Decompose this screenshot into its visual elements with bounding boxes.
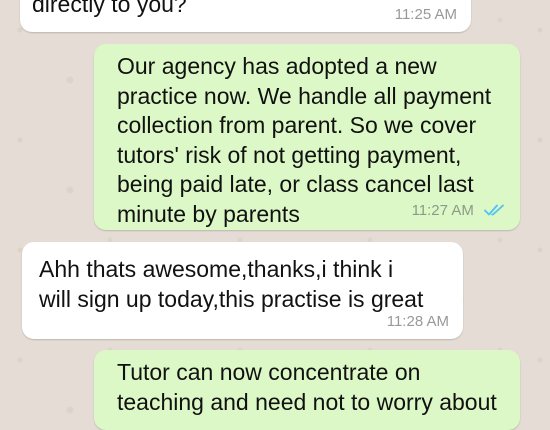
chat-conversation: directly to you? 11:25 AM Our agency has… — [0, 0, 550, 430]
message-text: directly to you? — [32, 0, 187, 17]
message-bubble-outgoing[interactable]: Tutor can now concentrate on teaching an… — [94, 350, 520, 430]
double-check-icon — [484, 203, 506, 222]
message-text: Ahh thats awesome,thanks,i think i will … — [39, 256, 424, 312]
message-timestamp: 11:25 AM — [395, 6, 457, 24]
message-time: 11:25 AM — [394, 6, 457, 23]
message-bubble-incoming[interactable]: directly to you? 11:25 AM — [20, 0, 471, 32]
message-text: Tutor can now concentrate on teaching an… — [117, 359, 497, 415]
message-timestamp: 11:27 AM — [412, 202, 506, 222]
message-bubble-outgoing[interactable]: Our agency has adopted a new practice no… — [94, 44, 520, 230]
message-time: 11:27 AM — [411, 202, 474, 219]
message-bubble-incoming[interactable]: Ahh thats awesome,thanks,i think i will … — [22, 242, 463, 339]
message-timestamp: 11:28 AM — [387, 313, 449, 331]
message-time: 11:28 AM — [386, 313, 449, 330]
